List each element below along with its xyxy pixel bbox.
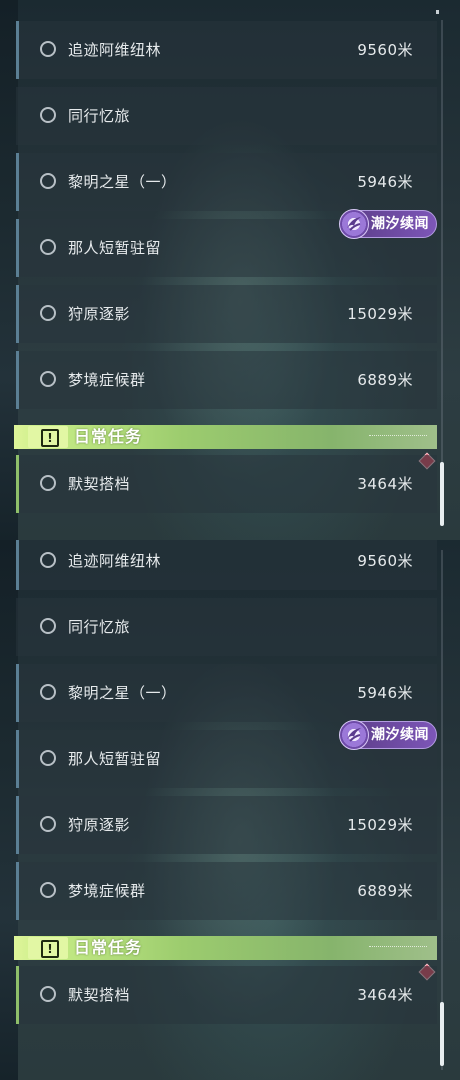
header-decoration xyxy=(369,435,427,439)
tide-story-icon xyxy=(339,209,369,239)
daily-quest-row[interactable]: 默契搭档 3464米 xyxy=(16,966,437,1024)
quest-name: 同行忆旅 xyxy=(68,618,131,636)
quest-radio-icon[interactable] xyxy=(40,986,56,1002)
quest-list-panel-bottom: 追迹阿维纽林 9560米 同行忆旅 黎明之星（一） 5946米 那人短暂驻留 潮… xyxy=(0,540,460,1080)
quest-radio-icon[interactable] xyxy=(40,173,56,189)
exclamation-box-icon: ! xyxy=(28,937,68,959)
quest-radio-icon[interactable] xyxy=(40,882,56,898)
quest-radio-icon[interactable] xyxy=(40,41,56,57)
quest-radio-icon[interactable] xyxy=(40,750,56,766)
quest-radio-icon[interactable] xyxy=(40,305,56,321)
quest-distance: 9560米 xyxy=(357,552,413,570)
quest-distance: 6889米 xyxy=(357,882,413,900)
quest-radio-icon[interactable] xyxy=(40,618,56,634)
quest-row[interactable]: 追迹阿维纽林 9560米 xyxy=(16,21,437,79)
quest-name: 黎明之星（一） xyxy=(68,173,177,191)
quest-distance: 3464米 xyxy=(357,475,413,493)
quest-radio-icon[interactable] xyxy=(40,239,56,255)
quest-row[interactable]: 狩原逐影 15029米 xyxy=(16,285,437,343)
quest-name: 同行忆旅 xyxy=(68,107,131,125)
daily-quest-row[interactable]: 默契搭档 3464米 xyxy=(16,455,437,513)
tide-story-tag[interactable]: 潮汐续闻 xyxy=(339,209,437,239)
quest-radio-icon[interactable] xyxy=(40,475,56,491)
tag-label: 潮汐续闻 xyxy=(371,727,429,743)
quest-name: 那人短暂驻留 xyxy=(68,239,162,257)
daily-section-title: 日常任务 xyxy=(74,427,143,446)
quest-distance: 15029米 xyxy=(347,305,413,323)
daily-section-header: ! 日常任务 xyxy=(14,936,437,960)
quest-distance: 9560米 xyxy=(357,41,413,59)
quest-row[interactable]: 同行忆旅 xyxy=(16,87,437,145)
quest-name: 默契搭档 xyxy=(68,986,131,1004)
scrollbar-track[interactable] xyxy=(441,20,443,520)
quest-distance: 5946米 xyxy=(357,173,413,191)
daily-section-header: ! 日常任务 xyxy=(14,425,437,449)
quest-row[interactable]: 黎明之星（一） 5946米 xyxy=(16,153,437,211)
quest-name: 那人短暂驻留 xyxy=(68,750,162,768)
quest-row[interactable]: 狩原逐影 15029米 xyxy=(16,796,437,854)
tag-label: 潮汐续闻 xyxy=(371,216,429,232)
quest-name: 梦境症候群 xyxy=(68,882,146,900)
quest-name: 狩原逐影 xyxy=(68,816,131,834)
quest-distance: 3464米 xyxy=(357,986,413,1004)
exclamation-box-icon: ! xyxy=(28,426,68,448)
daily-section-title: 日常任务 xyxy=(74,938,143,957)
scrollbar-track[interactable] xyxy=(441,550,443,1070)
quest-radio-icon[interactable] xyxy=(40,107,56,123)
quest-row[interactable]: 梦境症候群 6889米 xyxy=(16,351,437,409)
scroll-top-marker xyxy=(436,10,439,14)
header-decoration xyxy=(369,946,427,950)
tide-story-icon xyxy=(339,720,369,750)
tide-story-tag[interactable]: 潮汐续闻 xyxy=(339,720,437,750)
quest-name: 黎明之星（一） xyxy=(68,684,177,702)
quest-distance: 6889米 xyxy=(357,371,413,389)
quest-name: 追迹阿维纽林 xyxy=(68,552,162,570)
quest-list-panel-top: 追迹阿维纽林 9560米 同行忆旅 黎明之星（一） 5946米 那人短暂驻留 潮… xyxy=(0,0,460,540)
quest-radio-icon[interactable] xyxy=(40,552,56,568)
quest-row[interactable]: 黎明之星（一） 5946米 xyxy=(16,664,437,722)
scrollbar-thumb[interactable] xyxy=(440,1002,444,1066)
quest-distance: 5946米 xyxy=(357,684,413,702)
quest-name: 梦境症候群 xyxy=(68,371,146,389)
scrollbar-thumb[interactable] xyxy=(440,462,444,526)
quest-radio-icon[interactable] xyxy=(40,816,56,832)
quest-row[interactable]: 梦境症候群 6889米 xyxy=(16,862,437,920)
quest-row[interactable]: 同行忆旅 xyxy=(16,598,437,656)
quest-radio-icon[interactable] xyxy=(40,371,56,387)
quest-name: 默契搭档 xyxy=(68,475,131,493)
quest-distance: 15029米 xyxy=(347,816,413,834)
quest-name: 狩原逐影 xyxy=(68,305,131,323)
quest-radio-icon[interactable] xyxy=(40,684,56,700)
quest-row[interactable]: 追迹阿维纽林 9560米 xyxy=(16,540,437,590)
quest-name: 追迹阿维纽林 xyxy=(68,41,162,59)
